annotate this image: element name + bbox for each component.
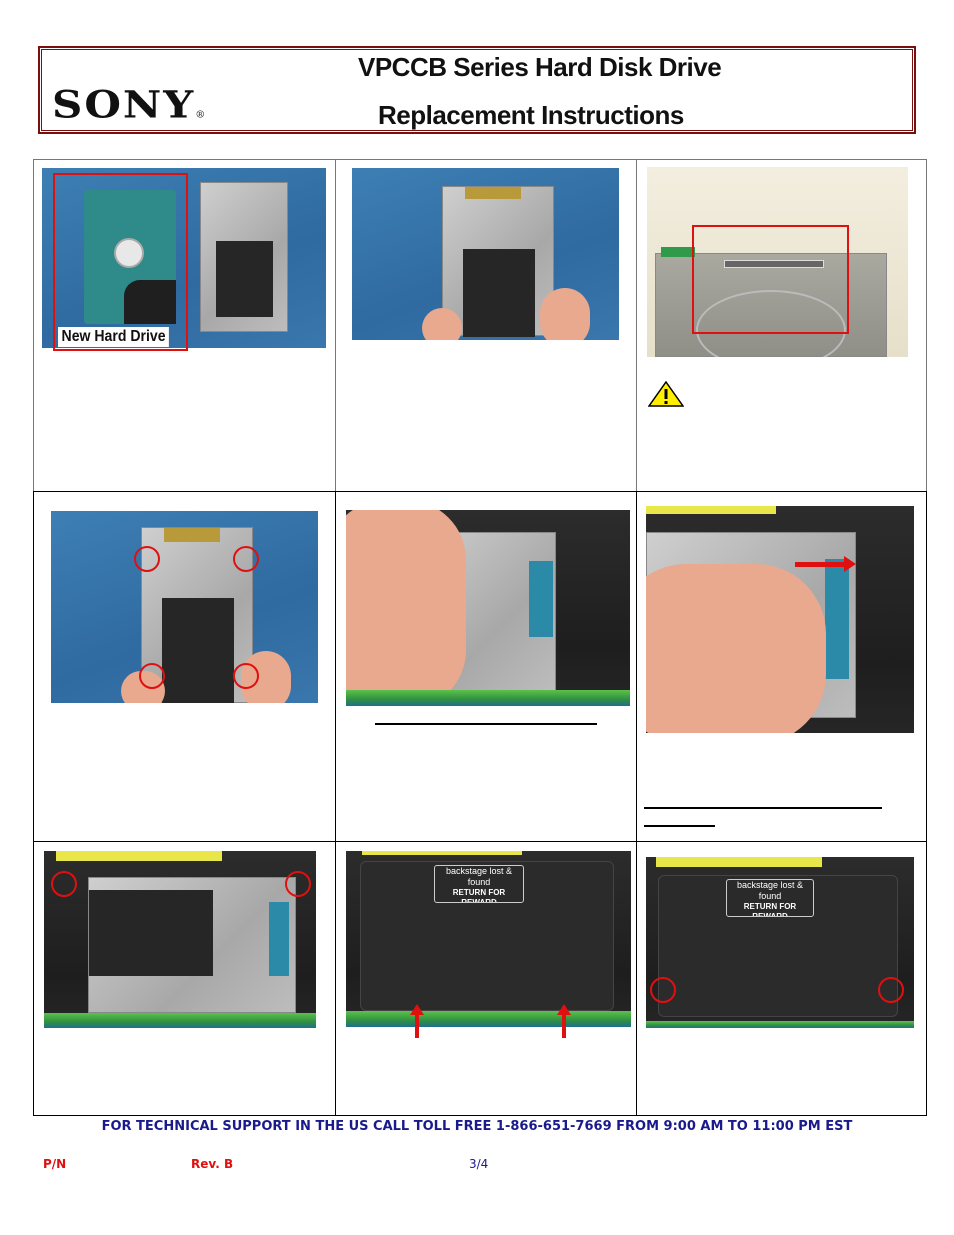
- screw-hole-marker: [233, 546, 259, 572]
- photo-cover-screws: backstage lost & found RETURN FOR REWARD…: [646, 857, 914, 1028]
- new-hard-drive-label: New Hard Drive: [58, 327, 170, 347]
- bracket-pad: [162, 598, 234, 703]
- laptop-edge: [646, 1021, 914, 1028]
- screw-marker: [285, 871, 311, 897]
- technical-support-line: FOR TECHNICAL SUPPORT IN THE US CALL TOL…: [101, 1119, 853, 1134]
- lost-found-sticker: backstage lost & found RETURN FOR REWARD…: [726, 879, 814, 917]
- sticker-line2: RETURN FOR REWARD: [743, 902, 797, 917]
- sony-logo: SONY®: [52, 86, 205, 124]
- underlined-text-line: [644, 807, 882, 809]
- hand: [346, 510, 466, 706]
- warning-icon: [648, 381, 684, 407]
- bracket-connector: [164, 528, 220, 542]
- laptop-edge: [346, 1011, 631, 1027]
- photo-inserting-drive: [346, 510, 630, 706]
- screw-marker: [51, 871, 77, 897]
- screw-marker: [650, 977, 676, 1003]
- photo-bracket-screw-holes: [51, 511, 318, 703]
- drive-edge: [661, 247, 695, 257]
- document-title-line1: VPCCB Series Hard Disk Drive: [358, 52, 722, 82]
- screw-hole-marker: [233, 663, 259, 689]
- drive-connector: [529, 561, 553, 637]
- document-title-line2: Replacement Instructions: [378, 100, 684, 130]
- yellow-label: [646, 506, 776, 514]
- yellow-label: [656, 857, 822, 867]
- bracket-pad: [463, 249, 535, 337]
- laptop-edge: [44, 1013, 316, 1028]
- underlined-text-line: [644, 825, 715, 827]
- bracket-connector: [465, 187, 521, 199]
- drive-connector: [269, 902, 289, 976]
- drive-bracket: [88, 877, 296, 1013]
- logo-text: SONY: [52, 82, 196, 127]
- lost-found-sticker: backstage lost & found RETURN FOR REWARD…: [434, 865, 524, 903]
- slide-direction-arrow: [795, 556, 856, 572]
- yellow-label: [56, 851, 222, 861]
- document-header: SONY® VPCCB Series Hard Disk Drive Repla…: [38, 46, 916, 134]
- drive-bracket: [200, 182, 288, 332]
- photo-sliding-drive: [646, 506, 914, 733]
- registered-mark: ®: [195, 110, 206, 121]
- screw-hole-marker: [134, 546, 160, 572]
- screw-marker: [878, 977, 904, 1003]
- hand-left: [422, 308, 462, 340]
- revision-label: Rev. B: [191, 1157, 234, 1171]
- insert-direction-arrow: [410, 1004, 424, 1038]
- underlined-text-line: [375, 723, 597, 725]
- photo-bracket-in-hands: [352, 168, 619, 340]
- screw-hole-marker: [139, 663, 165, 689]
- bracket-pad: [216, 241, 273, 317]
- drive-connector: [825, 559, 849, 679]
- drive-bracket: [442, 186, 554, 337]
- hand: [646, 564, 826, 733]
- laptop-edge: [346, 690, 630, 706]
- sticker-line2: RETURN FOR REWARD: [452, 888, 506, 903]
- photo-drive-installed: [44, 851, 316, 1028]
- yellow-label: [362, 851, 522, 855]
- sticker-line1: backstage lost & found: [736, 880, 804, 901]
- photo-bay-cover: backstage lost & found RETURN FOR REWARD…: [346, 851, 631, 1027]
- hand-right: [540, 288, 590, 340]
- insert-direction-arrow: [557, 1004, 571, 1038]
- highlight-bracket-end: [692, 225, 849, 334]
- bracket-pad: [89, 890, 213, 976]
- page-number: 3/4: [469, 1157, 489, 1171]
- highlight-new-drive: [53, 173, 188, 351]
- sticker-line1: backstage lost & found: [445, 866, 513, 887]
- part-number-label: P/N: [43, 1157, 67, 1171]
